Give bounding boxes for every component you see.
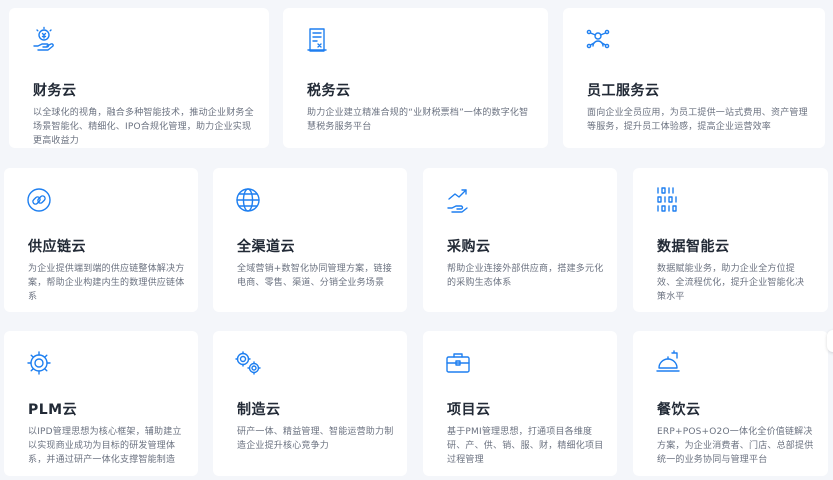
globe-icon — [235, 186, 261, 214]
card-manufacturing-cloud[interactable]: 制造云 研产一体、精益管理、智能运营助力制造企业提升核心竞争力 — [213, 331, 407, 476]
tax-document-icon — [305, 26, 331, 54]
card-title: 制造云 — [237, 402, 281, 418]
card-description: 数据赋能业务，助力企业全方位提效、全流程优化，提升企业智能化决策水平 — [657, 264, 805, 302]
card-finance-cloud[interactable]: 财务云 以全球化的视角，融合多种智能技术，推动企业财务全场景智能化、精细化、IP… — [9, 8, 269, 148]
side-scroll-handle[interactable] — [827, 330, 833, 352]
people-network-icon — [585, 26, 611, 54]
card-description: 基于PMI管理思想，打通项目各维度研、产、供、销、服、财，精细化项目过程管理 — [447, 427, 604, 465]
card-description: 为企业提供端到端的供应链整体解决方案，帮助企业构建内生的数理供应链体系 — [28, 264, 185, 302]
growth-hand-icon — [445, 186, 471, 214]
card-title: PLM云 — [28, 402, 78, 418]
card-title: 员工服务云 — [587, 83, 660, 99]
binary-data-icon — [655, 186, 681, 214]
hand-coin-icon — [31, 26, 57, 54]
card-title: 餐饮云 — [657, 402, 701, 418]
card-description: 面向企业全员应用，为员工提供一站式费用、资产管理等服务，提升员工体验感，提高企业… — [587, 108, 808, 132]
card-data-intelligence-cloud[interactable]: 数据智能云 数据赋能业务，助力企业全方位提效、全流程优化，提升企业智能化决策水平 — [633, 168, 828, 312]
card-description: 研产一体、精益管理、智能运营助力制造企业提升核心竞争力 — [237, 427, 394, 451]
card-tax-cloud[interactable]: 税务云 助力企业建立精准合规的“业财税票档”一体的数字化智慧税务服务平台 — [283, 8, 548, 148]
card-description: 以全球化的视角，融合多种智能技术，推动企业财务全场景智能化、精细化、IPO合规化… — [33, 108, 254, 146]
chain-link-icon — [26, 186, 52, 214]
card-procurement-cloud[interactable]: 采购云 帮助企业连接外部供应商，搭建多元化的采购生态体系 — [423, 168, 617, 312]
card-supply-chain-cloud[interactable]: 供应链云 为企业提供端到端的供应链整体解决方案，帮助企业构建内生的数理供应链体系 — [4, 168, 198, 312]
card-title: 全渠道云 — [237, 239, 295, 255]
gears-icon — [235, 349, 261, 377]
card-title: 税务云 — [307, 83, 351, 99]
card-plm-cloud[interactable]: PLM云 以IPD管理思想为核心框架，辅助建立以实现商业成功为目标的研发管理体系… — [4, 331, 198, 476]
card-description: 以IPD管理思想为核心框架，辅助建立以实现商业成功为目标的研发管理体系，并通过研… — [28, 427, 182, 465]
food-cloche-icon — [655, 349, 681, 377]
card-hr-service-cloud[interactable]: 员工服务云 面向企业全员应用，为员工提供一站式费用、资产管理等服务，提升员工体验… — [563, 8, 825, 148]
card-project-cloud[interactable]: 项目云 基于PMI管理思想，打通项目各维度研、产、供、销、服、财，精细化项目过程… — [423, 331, 617, 476]
card-description: 帮助企业连接外部供应商，搭建多元化的采购生态体系 — [447, 264, 604, 288]
card-title: 财务云 — [33, 83, 77, 99]
card-title: 数据智能云 — [657, 239, 730, 255]
briefcase-icon — [445, 349, 471, 377]
card-description: ERP+POS+O2O一体化全价值链解决方案，为企业消费者、门店、总部提供统一的… — [657, 427, 814, 465]
card-omnichannel-cloud[interactable]: 全渠道云 全域营销+数智化协同管理方案，链接电商、零售、渠道、分销全业务场景 — [213, 168, 407, 312]
stacked-gear-icon — [26, 349, 52, 377]
card-description: 助力企业建立精准合规的“业财税票档”一体的数字化智慧税务服务平台 — [307, 108, 529, 132]
card-title: 项目云 — [447, 402, 491, 418]
card-title: 采购云 — [447, 239, 491, 255]
card-description: 全域营销+数智化协同管理方案，链接电商、零售、渠道、分销全业务场景 — [237, 264, 392, 288]
card-catering-cloud[interactable]: 餐饮云 ERP+POS+O2O一体化全价值链解决方案，为企业消费者、门店、总部提… — [633, 331, 828, 476]
card-title: 供应链云 — [28, 239, 86, 255]
